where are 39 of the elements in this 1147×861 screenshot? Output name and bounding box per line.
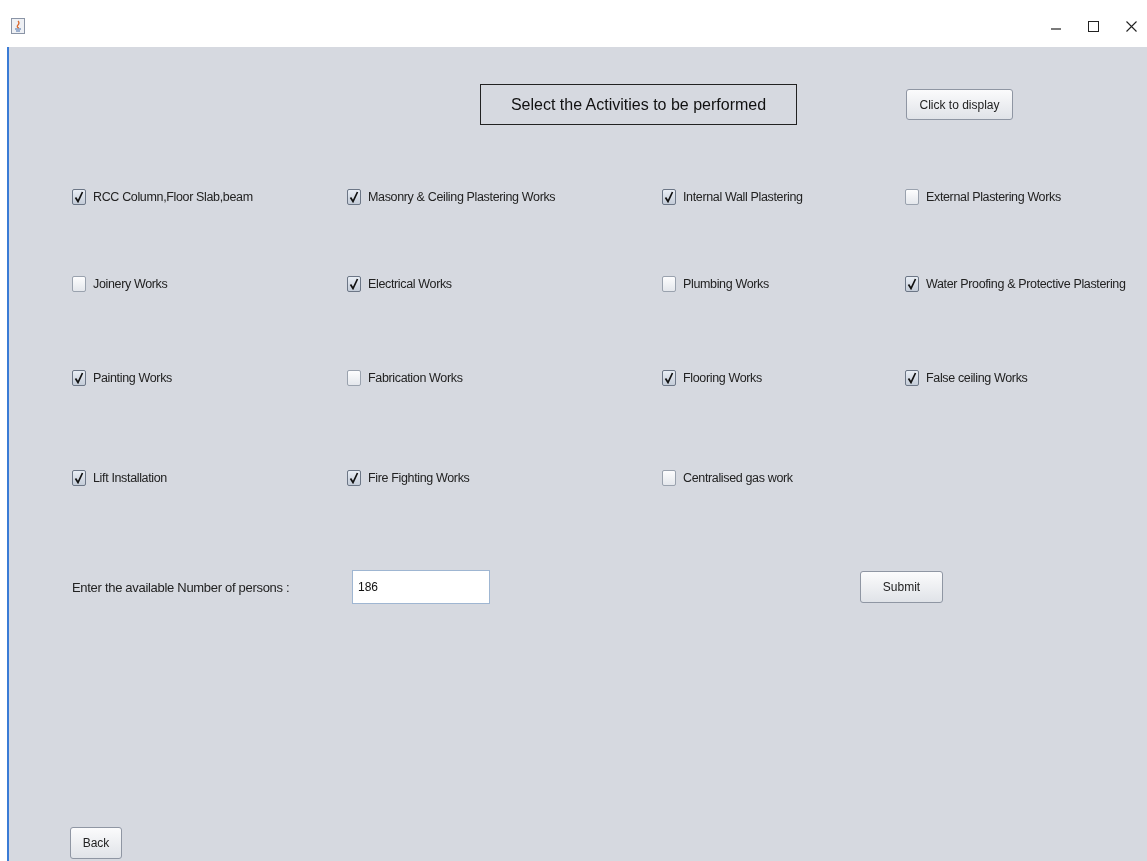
checkbox-label: Lift Installation: [93, 471, 167, 485]
checkbox-label: Internal Wall Plastering: [683, 190, 803, 204]
checkbox-label: RCC Column,Floor Slab,beam: [93, 190, 253, 204]
checkbox-label: Water Proofing & Protective Plastering: [926, 277, 1126, 291]
checkbox[interactable]: [347, 470, 361, 486]
checkbox[interactable]: [905, 276, 919, 292]
checkbox[interactable]: [72, 189, 86, 205]
checkbox-label: Centralised gas work: [683, 471, 793, 485]
checkbox[interactable]: [72, 276, 86, 292]
maximize-icon[interactable]: [1088, 21, 1099, 32]
checkbox[interactable]: [905, 189, 919, 205]
display-button[interactable]: Click to display: [906, 89, 1013, 120]
app-icon: [11, 18, 25, 34]
checkbox-label: External Plastering Works: [926, 190, 1061, 204]
checkbox-label: Masonry & Ceiling Plastering Works: [368, 190, 556, 204]
checkbox[interactable]: [662, 276, 676, 292]
checkbox-label: Plumbing Works: [683, 277, 769, 291]
checkbox[interactable]: [347, 370, 361, 386]
persons-label: Enter the available Number of persons :: [72, 579, 291, 595]
checkbox[interactable]: [662, 470, 676, 486]
heading: Select the Activities to be performed: [480, 84, 797, 125]
submit-button[interactable]: Submit: [860, 571, 943, 603]
checkbox[interactable]: [72, 370, 86, 386]
checkbox-label: Painting Works: [93, 371, 172, 385]
back-button[interactable]: Back: [70, 827, 122, 859]
checkbox-label: Electrical Works: [368, 277, 452, 291]
checkbox-label: False ceiling Works: [926, 371, 1028, 385]
checkbox-label: Flooring Works: [683, 371, 762, 385]
close-icon[interactable]: [1126, 21, 1137, 32]
checkbox[interactable]: [905, 370, 919, 386]
checkbox-label: Fabrication Works: [368, 371, 463, 385]
checkbox-label: Fire Fighting Works: [368, 471, 470, 485]
checkbox[interactable]: [662, 370, 676, 386]
checkbox[interactable]: [347, 189, 361, 205]
persons-input-field[interactable]: 186: [352, 570, 490, 604]
checkbox[interactable]: [347, 276, 361, 292]
checkbox[interactable]: [72, 470, 86, 486]
checkbox[interactable]: [662, 189, 676, 205]
checkbox-label: Joinery Works: [93, 277, 168, 291]
